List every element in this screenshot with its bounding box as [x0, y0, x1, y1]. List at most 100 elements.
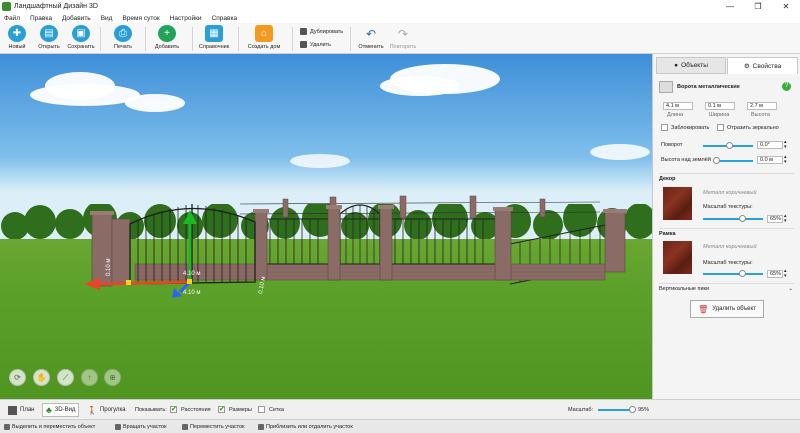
pan-view-button[interactable]: ✋ — [33, 369, 50, 386]
decor-scale-slider[interactable] — [703, 218, 763, 220]
add-button[interactable]: + Добавить — [152, 25, 182, 50]
open-button[interactable]: ▤ Открыть — [34, 25, 64, 50]
rotate-view-button[interactable]: ⟳ — [9, 369, 26, 386]
open-label: Открыть — [38, 44, 60, 50]
fence-model[interactable]: 0.10 м 4.10 м 4.10 м 0.10 м — [0, 54, 652, 399]
sizes-checkbox[interactable]: ✔ — [218, 406, 225, 413]
lock-label: Заблокировать — [671, 125, 710, 131]
frame-scale-field[interactable]: 65% — [767, 270, 783, 278]
mouse-middle-icon — [182, 424, 188, 430]
save-label: Сохранить — [67, 44, 95, 50]
zoom-icon: ⊕ — [109, 373, 116, 382]
camera-height-button[interactable]: ↑ — [81, 369, 98, 386]
height-field[interactable]: 2.7 м — [747, 102, 777, 110]
delete-button[interactable]: Удалить — [300, 41, 331, 48]
hint-zoom: Приблизить или отдалить участок — [258, 424, 353, 430]
decor-scale-label: Масштаб текстуры: — [703, 204, 753, 210]
show-label: Показывать: — [135, 407, 167, 413]
rotation-field[interactable]: 0.0° — [757, 141, 783, 149]
reference-button[interactable]: ▦ Справочник — [199, 25, 229, 50]
redo-button[interactable]: ↷ Повторить — [388, 25, 418, 51]
menu-help[interactable]: Справка — [212, 15, 238, 22]
tab-plan[interactable]: План — [5, 403, 37, 417]
rotation-spinner[interactable]: ▴ ▾ — [784, 140, 787, 150]
reference-label: Справочник — [198, 44, 230, 50]
decor-texture-swatch[interactable] — [663, 187, 692, 220]
mirror-checkbox[interactable] — [717, 124, 724, 131]
toolbar: ✚ Новый ▤ Открыть ▣ Сохранить ⎙ Печать +… — [0, 23, 800, 54]
new-button[interactable]: ✚ Новый — [2, 25, 32, 50]
minimize-button[interactable]: — — [716, 0, 744, 13]
frame-material-name: Металл коричневый — [703, 244, 757, 250]
toolbar-separator — [350, 27, 351, 51]
length-label: Длина — [667, 112, 684, 118]
3d-viewport[interactable]: 0.10 м 4.10 м 4.10 м 0.10 м ⟳ ✋ ⟋ ↑ ⊕ — [0, 54, 652, 399]
objects-icon: ● — [674, 62, 679, 69]
view-bar: План ♣ 3D-Вид 🚶 Прогулка Показывать: ✔ Р… — [0, 399, 800, 419]
hint-zoom-label: Приблизить или отдалить участок — [266, 424, 353, 430]
decor-scale-knob[interactable] — [738, 215, 746, 222]
frame-scale-knob[interactable] — [738, 270, 746, 277]
tab-properties[interactable]: ⚙ Свойства — [727, 57, 798, 74]
delete-object-button[interactable]: 🗑 Удалить объект — [690, 300, 764, 318]
elevation-slider[interactable] — [716, 160, 753, 162]
create-house-button[interactable]: ⌂ Создать дом — [248, 25, 280, 50]
tab-walk-label: Прогулка — [99, 407, 126, 413]
menu-edit[interactable]: Правка — [30, 15, 52, 22]
frame-scale-slider[interactable] — [703, 273, 763, 275]
undo-label: Отменить — [358, 44, 384, 50]
help-icon[interactable]: ? — [782, 82, 791, 91]
decor-scale-spinner[interactable]: ▴ ▾ — [784, 214, 787, 224]
duplicate-icon — [300, 28, 307, 35]
dim-label-x: 0.10 м — [106, 259, 112, 276]
lock-checkbox[interactable] — [661, 124, 668, 131]
frame-texture-swatch[interactable] — [663, 241, 692, 274]
width-label: Ширина — [709, 112, 730, 118]
menu-settings[interactable]: Настройки — [170, 15, 202, 22]
ruler-icon: ⟋ — [62, 372, 69, 382]
vertical-peaks-section[interactable]: Вертикальные пики ⌄ — [659, 283, 795, 292]
rotation-slider-knob[interactable] — [726, 142, 733, 149]
toolbar-separator — [145, 27, 146, 51]
length-field[interactable]: 4.1 м — [663, 102, 693, 110]
menu-daytime[interactable]: Время суток — [122, 15, 159, 22]
scale-slider-knob[interactable] — [628, 406, 636, 413]
width-field[interactable]: 0.1 м — [705, 102, 735, 110]
frame-scale-label: Масштаб текстуры: — [703, 260, 753, 266]
grid-checkbox[interactable] — [258, 406, 265, 413]
distances-label: Расстояния — [181, 407, 211, 413]
frame-section-title: Рамка — [659, 228, 795, 237]
print-label: Печать — [113, 44, 133, 50]
tab-plan-label: План — [20, 407, 35, 413]
properties-panel: ● Объекты ⚙ Свойства Ворота металлически… — [652, 54, 800, 399]
tab-objects[interactable]: ● Объекты — [656, 57, 726, 74]
printer-icon: ⎙ — [114, 25, 132, 42]
duplicate-button[interactable]: Дублировать — [300, 28, 343, 35]
save-button[interactable]: ▣ Сохранить — [66, 25, 96, 50]
zoom-area-button[interactable]: ⊕ — [104, 369, 121, 386]
trash-icon: 🗑 — [698, 304, 709, 314]
decor-scale-field[interactable]: 65% — [767, 215, 783, 223]
distances-checkbox[interactable]: ✔ — [170, 406, 177, 413]
maximize-button[interactable]: ❐ — [744, 0, 772, 13]
undo-button[interactable]: ↶ Отменить — [356, 25, 386, 51]
frame-scale-spinner[interactable]: ▴ ▾ — [784, 269, 787, 279]
menu-view[interactable]: Вид — [101, 15, 113, 22]
object-name: Ворота металлические — [677, 84, 740, 90]
close-button[interactable]: ✕ — [772, 0, 800, 13]
mouse-right-icon — [115, 424, 121, 430]
measure-button[interactable]: ⟋ — [57, 369, 74, 386]
toolbar-separator — [238, 27, 239, 51]
tab-walk[interactable]: 🚶 Прогулка — [84, 403, 129, 417]
tab-3d-view-label: 3D-Вид — [54, 407, 76, 413]
rotation-label: Поворот — [661, 142, 683, 148]
elevation-field[interactable]: 0.0 м — [757, 156, 783, 164]
hint-rotate: Вращать участок — [115, 424, 167, 430]
menu-file[interactable]: Файл — [4, 15, 20, 22]
tab-3d-view[interactable]: ♣ 3D-Вид — [42, 403, 80, 417]
print-button[interactable]: ⎙ Печать — [108, 25, 138, 50]
elevation-spinner[interactable]: ▴ ▾ — [784, 155, 787, 165]
menu-add[interactable]: Добавить — [62, 15, 91, 22]
add-label: Добавить — [154, 44, 180, 50]
elevation-slider-knob[interactable] — [713, 157, 720, 164]
